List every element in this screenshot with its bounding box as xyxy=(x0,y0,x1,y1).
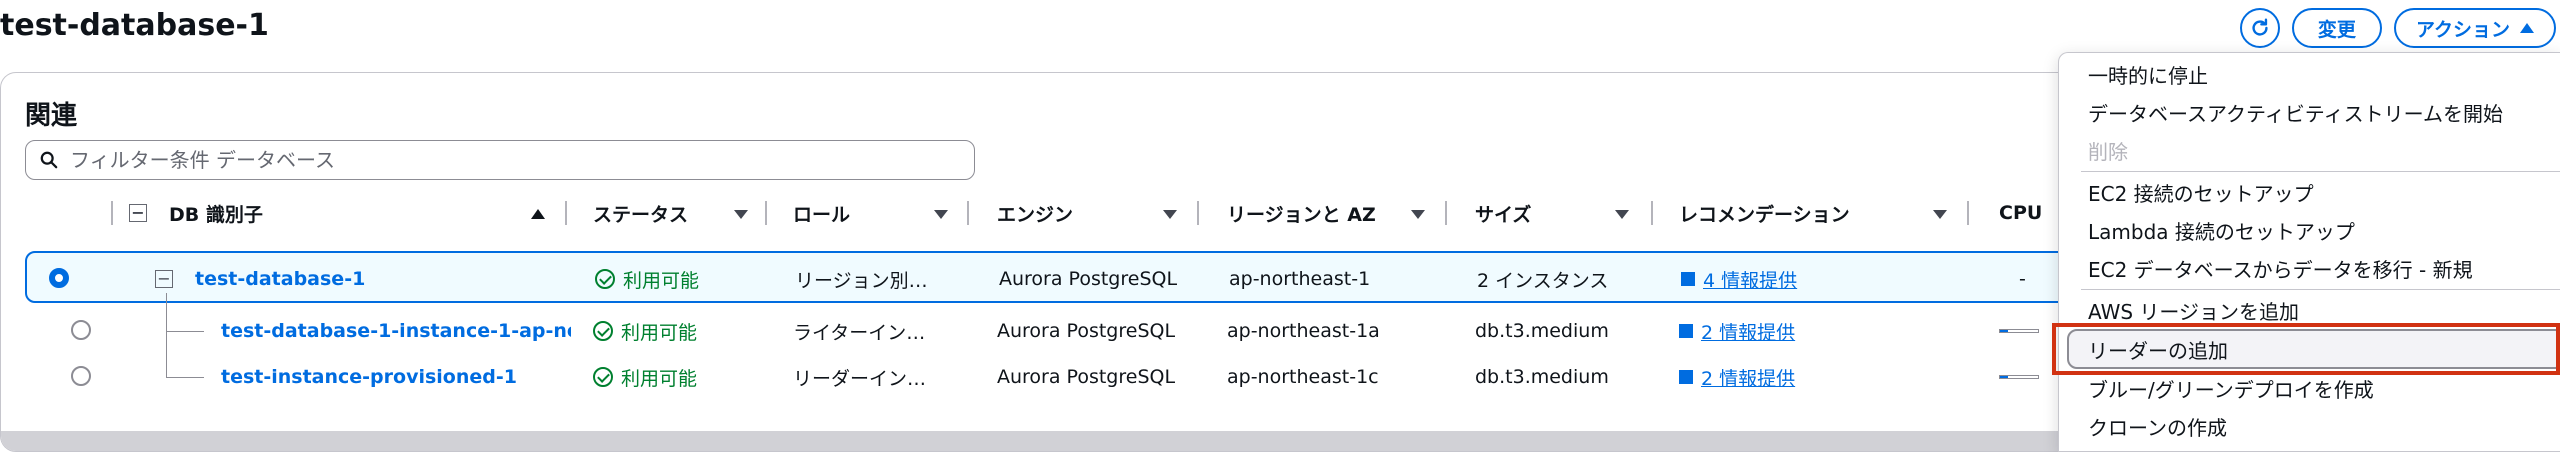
row-radio[interactable] xyxy=(49,268,69,288)
menu-item-delete: 削除 xyxy=(2088,139,2128,164)
sort-icon[interactable] xyxy=(1411,210,1425,219)
column-region-label: リージョンと AZ xyxy=(1227,203,1376,226)
sort-icon[interactable] xyxy=(1163,210,1177,219)
recommendation-text: 4 情報提供 xyxy=(1703,269,1798,292)
filter-box[interactable] xyxy=(25,140,975,180)
status-badge: 利用可能 xyxy=(593,318,697,345)
status-text: 利用可能 xyxy=(621,321,698,344)
recommendation-link[interactable]: 4 情報提供 xyxy=(1681,266,1797,293)
engine-cell: Aurora PostgreSQL xyxy=(997,366,1176,388)
top-actions: 変更 アクション xyxy=(2239,8,2556,48)
search-icon xyxy=(40,151,58,169)
column-status-label: ステータス xyxy=(593,203,689,226)
recommendation-text: 2 情報提供 xyxy=(1701,367,1796,390)
size-cell: db.t3.medium xyxy=(1475,366,1609,388)
column-separator xyxy=(765,201,767,225)
column-separator xyxy=(1651,201,1653,225)
db-identifier-link[interactable]: test-database-1 xyxy=(195,253,365,305)
refresh-button[interactable] xyxy=(2239,8,2280,48)
column-separator xyxy=(111,201,113,225)
actions-label: アクション xyxy=(2415,18,2510,41)
menu-item-start-activity-stream[interactable]: データベースアクティビティストリームを開始 xyxy=(2059,93,2560,131)
recommendation-link[interactable]: 2 情報提供 xyxy=(1679,364,1795,391)
page-title: test-database-1 xyxy=(0,8,269,43)
row-radio[interactable] xyxy=(71,320,91,340)
modify-button[interactable]: 変更 xyxy=(2291,8,2382,48)
column-recommendation-label: レコメンデーション xyxy=(1679,203,1850,226)
region-cell: ap-northeast-1 xyxy=(1229,268,1371,290)
menu-item-stop-temporarily[interactable]: 一時的に停止 xyxy=(2059,55,2560,93)
recommendation-link[interactable]: 2 情報提供 xyxy=(1679,318,1795,345)
db-identifier-link[interactable]: test-instance-provisioned-1 xyxy=(221,351,517,403)
column-separator xyxy=(1197,201,1199,225)
engine-cell: Aurora PostgreSQL xyxy=(999,268,1178,290)
check-circle-icon xyxy=(595,269,615,289)
actions-button[interactable]: アクション xyxy=(2393,8,2556,48)
refresh-icon xyxy=(2252,18,2268,36)
menu-item-create-clone[interactable]: クローンの作成 xyxy=(2059,407,2560,445)
panel-title: 関連 xyxy=(25,101,78,131)
collapse-icon[interactable]: − xyxy=(155,270,173,288)
column-recommendation[interactable]: レコメンデーション xyxy=(1679,191,1850,235)
role-cell: リーダーイン… xyxy=(793,367,927,390)
cpu-usage-bar xyxy=(1999,329,2039,333)
column-size-label: サイズ xyxy=(1475,203,1532,226)
column-db-id-label: DB 識別子 xyxy=(169,203,263,226)
menu-item-setup-ec2-connection[interactable]: EC2 接続のセットアップ xyxy=(2059,173,2560,211)
check-circle-icon xyxy=(593,321,613,341)
column-size[interactable]: サイズ xyxy=(1475,191,1531,235)
size-cell: db.t3.medium xyxy=(1475,320,1609,342)
check-circle-icon xyxy=(593,367,613,387)
column-cpu-label: CPU xyxy=(1999,202,2043,224)
menu-item-setup-lambda-connection[interactable]: Lambda 接続のセットアップ xyxy=(2059,211,2560,249)
cpu-usage-bar xyxy=(1999,375,2039,379)
info-square-icon xyxy=(1679,324,1693,338)
status-text: 利用可能 xyxy=(621,367,698,390)
column-engine[interactable]: エンジン xyxy=(997,191,1073,235)
sort-icon[interactable] xyxy=(734,210,748,219)
engine-cell: Aurora PostgreSQL xyxy=(997,320,1176,342)
column-role-label: ロール xyxy=(793,203,851,226)
column-cpu[interactable]: CPU xyxy=(1999,191,2042,235)
region-cell: ap-northeast-1a xyxy=(1227,320,1380,342)
db-identifier-link[interactable]: test-database-1-instance-1-ap-northeast-… xyxy=(221,305,571,357)
column-separator xyxy=(1445,201,1447,225)
sort-icon[interactable] xyxy=(934,210,948,219)
role-cell: ライターイン… xyxy=(793,321,926,344)
info-square-icon xyxy=(1681,272,1695,286)
column-separator xyxy=(565,201,567,225)
menu-item-migrate-from-ec2[interactable]: EC2 データベースからデータを移行 - 新規 xyxy=(2059,249,2560,287)
actions-menu: 一時的に停止 データベースアクティビティストリームを開始 削除 EC2 接続のセ… xyxy=(2058,52,2560,452)
menu-divider xyxy=(2081,171,2560,172)
column-engine-label: エンジン xyxy=(997,203,1074,226)
modify-label: 変更 xyxy=(2317,18,2356,41)
expand-all-toggle[interactable]: − xyxy=(129,191,147,235)
recommendation-text: 2 情報提供 xyxy=(1701,321,1796,344)
sort-icon[interactable] xyxy=(1615,210,1629,219)
cpu-cell: - xyxy=(2019,268,2026,290)
sort-icon[interactable] xyxy=(1933,210,1947,219)
filter-input[interactable] xyxy=(68,147,932,173)
collapse-icon: − xyxy=(129,204,147,222)
column-role[interactable]: ロール xyxy=(793,191,850,235)
caret-up-icon xyxy=(2520,23,2534,33)
status-badge: 利用可能 xyxy=(595,266,699,293)
column-separator xyxy=(967,201,969,225)
column-status[interactable]: ステータス xyxy=(593,191,688,235)
role-cell: リージョン別… xyxy=(795,269,928,292)
region-cell: ap-northeast-1c xyxy=(1227,366,1379,388)
annotation-highlight-box xyxy=(2052,323,2560,375)
column-separator xyxy=(1967,201,1969,225)
info-square-icon xyxy=(1679,370,1693,384)
row-radio[interactable] xyxy=(71,366,91,386)
column-region[interactable]: リージョンと AZ xyxy=(1227,191,1376,235)
status-text: 利用可能 xyxy=(623,269,700,292)
status-badge: 利用可能 xyxy=(593,364,697,391)
size-cell: 2 インスタンス xyxy=(1477,269,1609,292)
menu-divider xyxy=(2081,289,2560,290)
column-db-id[interactable]: DB 識別子 xyxy=(169,191,263,235)
sort-ascending-icon[interactable] xyxy=(531,209,545,219)
